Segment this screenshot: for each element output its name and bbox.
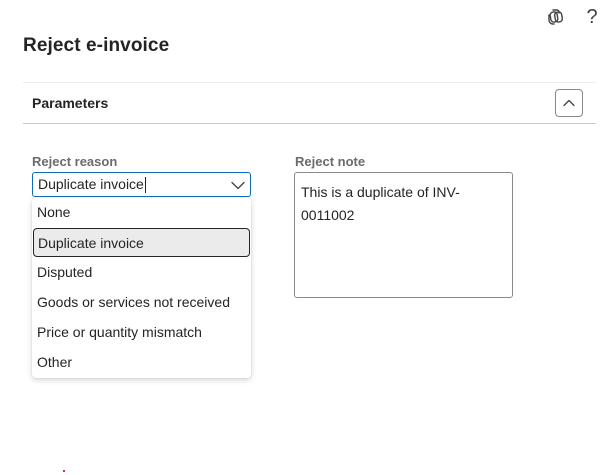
collapse-button[interactable] — [555, 89, 583, 117]
copilot-icon-graphic — [548, 9, 564, 25]
reject-reason-select[interactable]: Duplicate invoice — [32, 172, 251, 197]
reject-reason-dropdown: None Duplicate invoice Disputed Goods or… — [32, 198, 251, 378]
text-caret — [144, 177, 146, 194]
help-icon[interactable]: ? — [581, 6, 603, 28]
reject-reason-value: Duplicate invoice — [38, 175, 146, 194]
option-goods-not-received[interactable]: Goods or services not received — [32, 287, 251, 316]
option-price-quantity-mismatch[interactable]: Price or quantity mismatch — [32, 317, 251, 346]
section-title: Parameters — [32, 95, 109, 111]
option-disputed[interactable]: Disputed — [32, 257, 251, 286]
top-toolbar: ? — [545, 6, 603, 28]
decorative-dot — [63, 470, 65, 472]
chevron-down-icon[interactable] — [230, 177, 246, 193]
option-none[interactable]: None — [32, 197, 251, 226]
reject-reason-label: Reject reason — [32, 154, 118, 169]
reject-note-textarea[interactable]: This is a duplicate of INV-0011002 — [294, 172, 513, 298]
reject-note-label: Reject note — [295, 154, 366, 169]
option-other[interactable]: Other — [32, 347, 251, 376]
option-duplicate-invoice[interactable]: Duplicate invoice — [33, 228, 250, 257]
parameters-section-header[interactable]: Parameters — [23, 82, 596, 124]
reject-e-invoice-dialog: ? Reject e-invoice Parameters Reject rea… — [0, 0, 613, 475]
page-title: Reject e-invoice — [23, 35, 170, 56]
reject-reason-value-text: Duplicate invoice — [38, 175, 144, 192]
chevron-up-icon — [563, 99, 575, 107]
copilot-icon[interactable] — [545, 6, 567, 28]
